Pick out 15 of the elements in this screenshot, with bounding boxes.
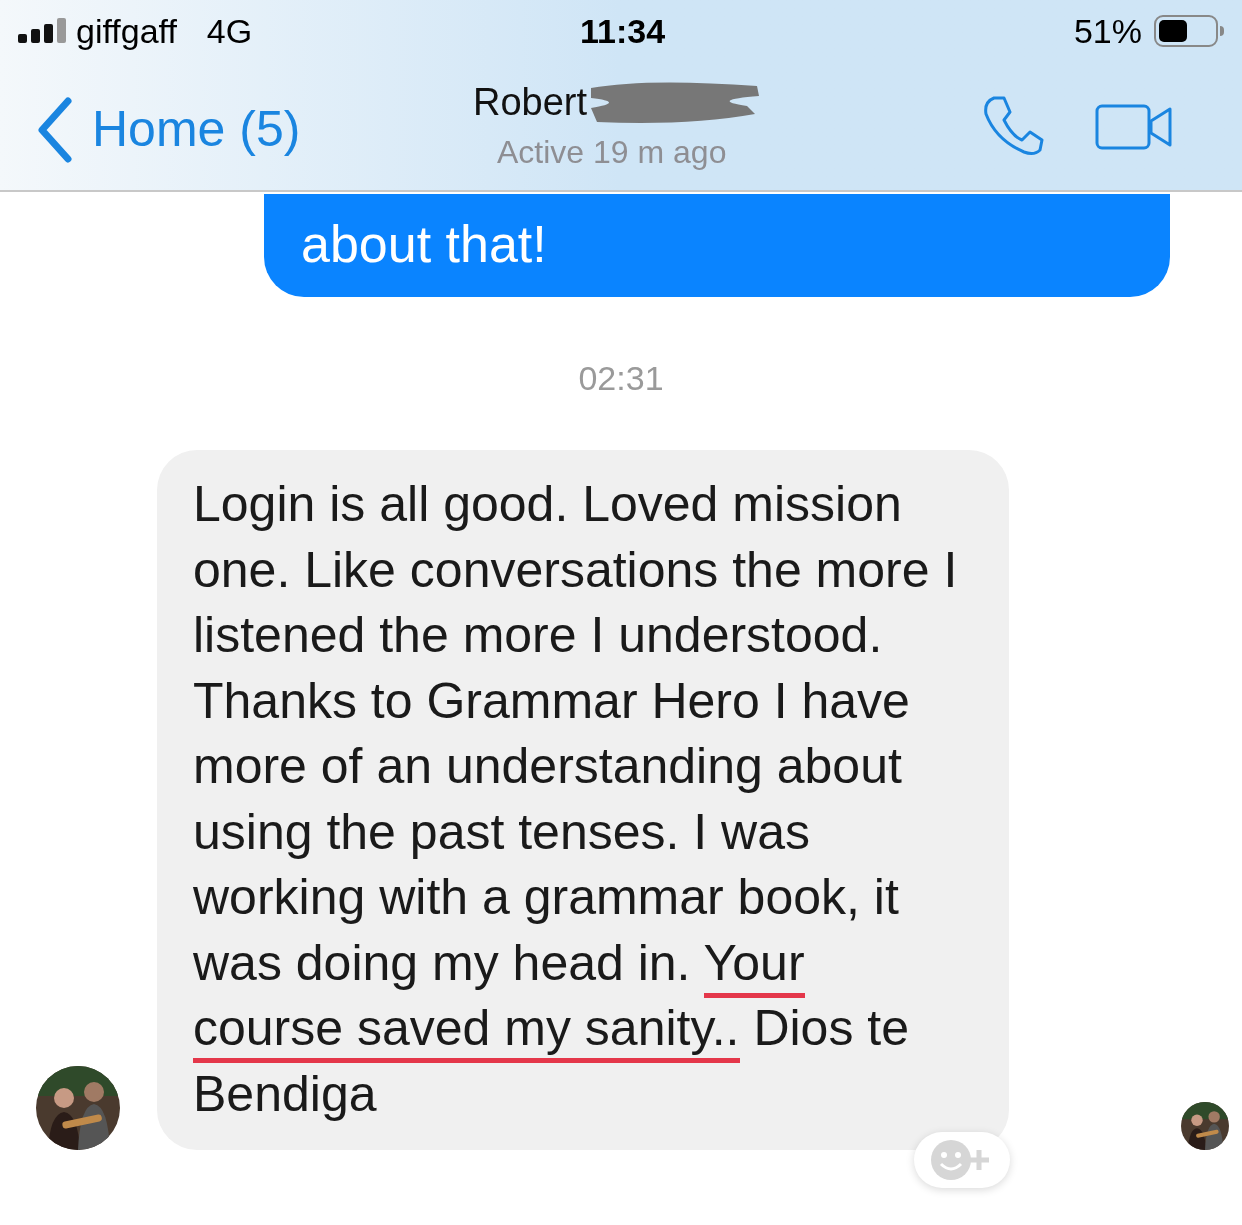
back-button[interactable]: Home (5) (36, 92, 301, 167)
status-time: 11:34 (580, 10, 666, 52)
video-camera-icon[interactable] (1095, 104, 1173, 150)
avatar[interactable] (1181, 1102, 1229, 1150)
battery-percent: 51% (1073, 10, 1142, 52)
message-text: Login is all good. Loved mission one. Like conversations the more I listened the more I understood. Thanks to Grammar Hero I have more of an understanding about using the past tenses. I was working with a grammar book, it was doing my head in. Your course saved my sanity.. Dios te Bendiga (193, 475, 959, 1124)
message-timestamp: 02:31 (578, 358, 664, 399)
contact-name[interactable]: Robert (473, 74, 588, 131)
chevron-icon (36, 96, 72, 163)
sent-message[interactable]: about that! (264, 194, 1170, 297)
active-status: Active 19 m ago (497, 133, 727, 172)
received-message[interactable] (157, 450, 1009, 1150)
network-type: 4G (206, 10, 253, 52)
battery-icon (1154, 15, 1224, 47)
carrier-name: giffgaff (76, 10, 177, 52)
